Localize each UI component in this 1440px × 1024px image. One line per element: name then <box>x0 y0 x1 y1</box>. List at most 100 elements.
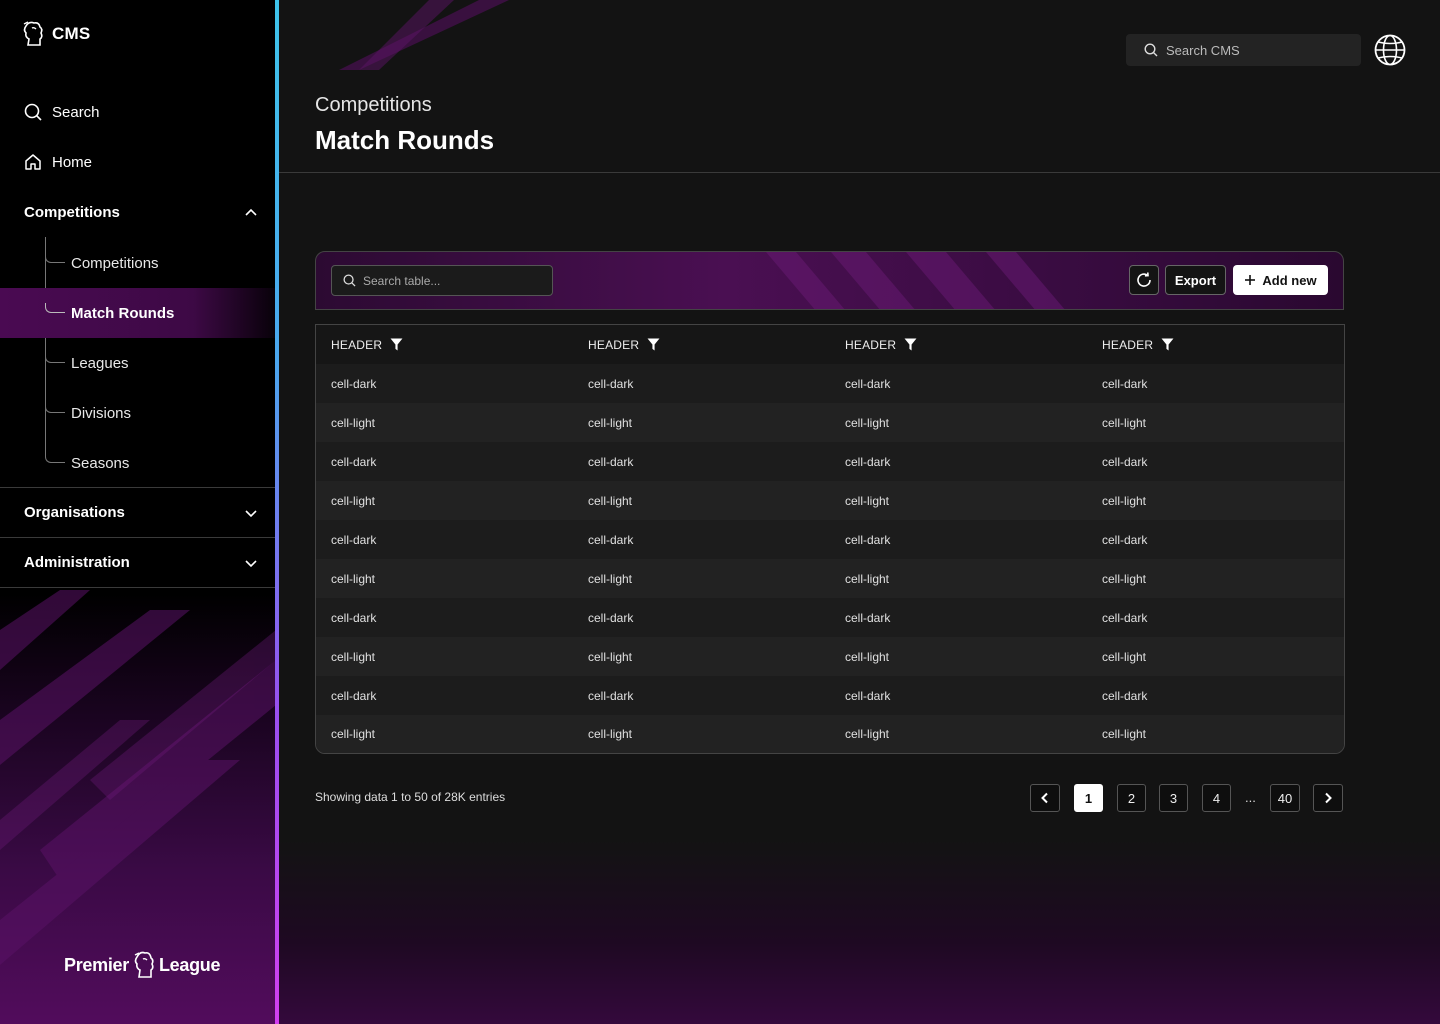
app-title: CMS <box>52 24 91 43</box>
export-button[interactable]: Export <box>1165 265 1226 295</box>
column-header[interactable]: HEADER <box>573 338 830 352</box>
breadcrumb[interactable]: Competitions <box>315 94 432 117</box>
filter-icon[interactable] <box>1161 338 1174 351</box>
table-cell: cell-dark <box>588 532 634 547</box>
table-cell: cell-light <box>1102 649 1147 664</box>
table-cell: cell-light <box>331 727 376 741</box>
page-button-4[interactable]: 4 <box>1202 784 1231 812</box>
table-cell: cell-dark <box>845 688 891 703</box>
chevron-up-icon <box>245 208 257 216</box>
lion-icon <box>134 951 154 978</box>
add-new-label: Add new <box>1262 272 1317 288</box>
table-cell: cell-dark <box>845 610 891 625</box>
table-cell: cell-light <box>588 727 633 741</box>
page-ellipsis: ... <box>1245 790 1256 805</box>
sidebar-item-seasons[interactable]: Seasons <box>0 438 276 488</box>
sidebar-item-leagues[interactable]: Leagues <box>0 338 276 388</box>
main-content: Competitions Match Rounds Export <box>279 0 1440 1024</box>
table-cell: cell-light <box>1102 727 1147 741</box>
table-cell: cell-dark <box>1102 532 1148 547</box>
refresh-button[interactable] <box>1129 265 1159 295</box>
table-cell: cell-dark <box>588 688 634 703</box>
entries-summary: Showing data 1 to 50 of 28K entries <box>315 790 506 804</box>
search-icon <box>343 274 356 287</box>
column-header[interactable]: HEADER <box>316 338 573 352</box>
globe-icon[interactable] <box>1373 33 1407 67</box>
table-row[interactable]: cell-dark cell-dark cell-dark cell-dark <box>316 364 1344 403</box>
table-row[interactable]: cell-dark cell-dark cell-dark cell-dark <box>316 598 1344 637</box>
table-cell: cell-light <box>588 415 633 430</box>
sidebar-section-organisations[interactable]: Organisations <box>0 488 276 538</box>
sidebar-item-label: Search <box>52 103 100 121</box>
table-search[interactable] <box>331 265 553 296</box>
table-cell: cell-light <box>588 571 633 586</box>
table-cell: cell-light <box>331 649 376 664</box>
sidebar-item-match-rounds[interactable]: Match Rounds <box>0 288 276 338</box>
table-row[interactable]: cell-light cell-light cell-light cell-li… <box>316 715 1344 753</box>
column-header[interactable]: HEADER <box>830 338 1087 352</box>
page-title: Match Rounds <box>315 125 495 155</box>
table-header-row: HEADER HEADER HEADER HEADER <box>316 325 1344 364</box>
table-row[interactable]: cell-light cell-light cell-light cell-li… <box>316 559 1344 598</box>
sidebar: CMS Search Home Competitions Competition… <box>0 0 276 1024</box>
table-row[interactable]: cell-light cell-light cell-light cell-li… <box>316 403 1344 442</box>
sidebar-item-label: Seasons <box>71 454 130 472</box>
sidebar-item-label: Leagues <box>71 354 129 372</box>
page-button-1[interactable]: 1 <box>1074 784 1103 812</box>
table-cell: cell-dark <box>331 454 377 469</box>
global-search[interactable] <box>1126 34 1361 66</box>
table-cell: cell-light <box>845 571 890 586</box>
sidebar-item-divisions[interactable]: Divisions <box>0 388 276 438</box>
global-search-input[interactable] <box>1166 42 1356 58</box>
brand[interactable]: CMS <box>20 20 90 48</box>
sidebar-item-label: Match Rounds <box>71 304 175 322</box>
sidebar-item-label: Home <box>52 153 93 171</box>
table-cell: cell-light <box>1102 571 1147 586</box>
page-button-2[interactable]: 2 <box>1117 784 1146 812</box>
sidebar-item-label: Competitions <box>71 254 159 272</box>
sidebar-item-competitions[interactable]: Competitions <box>0 238 276 288</box>
table-cell: cell-dark <box>331 688 377 703</box>
column-header[interactable]: HEADER <box>1087 338 1344 352</box>
table-cell: cell-light <box>331 571 376 586</box>
filter-icon[interactable] <box>904 338 917 351</box>
column-header-label: HEADER <box>331 337 383 352</box>
table-row[interactable]: cell-light cell-light cell-light cell-li… <box>316 481 1344 520</box>
page-button-last[interactable]: 40 <box>1270 784 1300 812</box>
table-cell: cell-dark <box>1102 610 1148 625</box>
table-cell: cell-light <box>845 727 890 741</box>
sidebar-section-administration[interactable]: Administration <box>0 538 276 588</box>
table-row[interactable]: cell-dark cell-dark cell-dark cell-dark <box>316 676 1344 715</box>
table-cell: cell-dark <box>1102 376 1148 391</box>
chevron-left-icon <box>1041 792 1048 804</box>
table-cell: cell-dark <box>1102 688 1148 703</box>
table-row[interactable]: cell-light cell-light cell-light cell-li… <box>316 637 1344 676</box>
filter-icon[interactable] <box>647 338 660 351</box>
table-cell: cell-dark <box>1102 454 1148 469</box>
table-row[interactable]: cell-dark cell-dark cell-dark cell-dark <box>316 442 1344 481</box>
header-divider <box>279 172 1440 173</box>
search-icon <box>24 103 42 121</box>
sidebar-item-label: Divisions <box>71 404 132 422</box>
table-cell: cell-light <box>1102 415 1147 430</box>
refresh-icon <box>1137 272 1151 287</box>
column-header-label: HEADER <box>588 337 640 352</box>
sidebar-item-home[interactable]: Home <box>0 137 276 187</box>
next-page-button[interactable] <box>1313 784 1343 812</box>
filter-icon[interactable] <box>390 338 403 351</box>
prev-page-button[interactable] <box>1030 784 1060 812</box>
table-toolbar: Export Add new <box>315 251 1344 310</box>
table-cell: cell-dark <box>845 454 891 469</box>
page-button-3[interactable]: 3 <box>1159 784 1188 812</box>
table-cell: cell-light <box>1102 493 1147 508</box>
header-decoration <box>339 0 509 70</box>
table-row[interactable]: cell-dark cell-dark cell-dark cell-dark <box>316 520 1344 559</box>
home-icon <box>25 154 41 170</box>
sidebar-item-search[interactable]: Search <box>0 87 276 137</box>
table-cell: cell-dark <box>845 532 891 547</box>
add-new-button[interactable]: Add new <box>1233 265 1328 295</box>
table-search-input[interactable] <box>363 273 543 288</box>
sidebar-section-competitions[interactable]: Competitions <box>0 187 276 237</box>
lion-icon <box>23 21 43 46</box>
tree-branch <box>45 303 65 313</box>
